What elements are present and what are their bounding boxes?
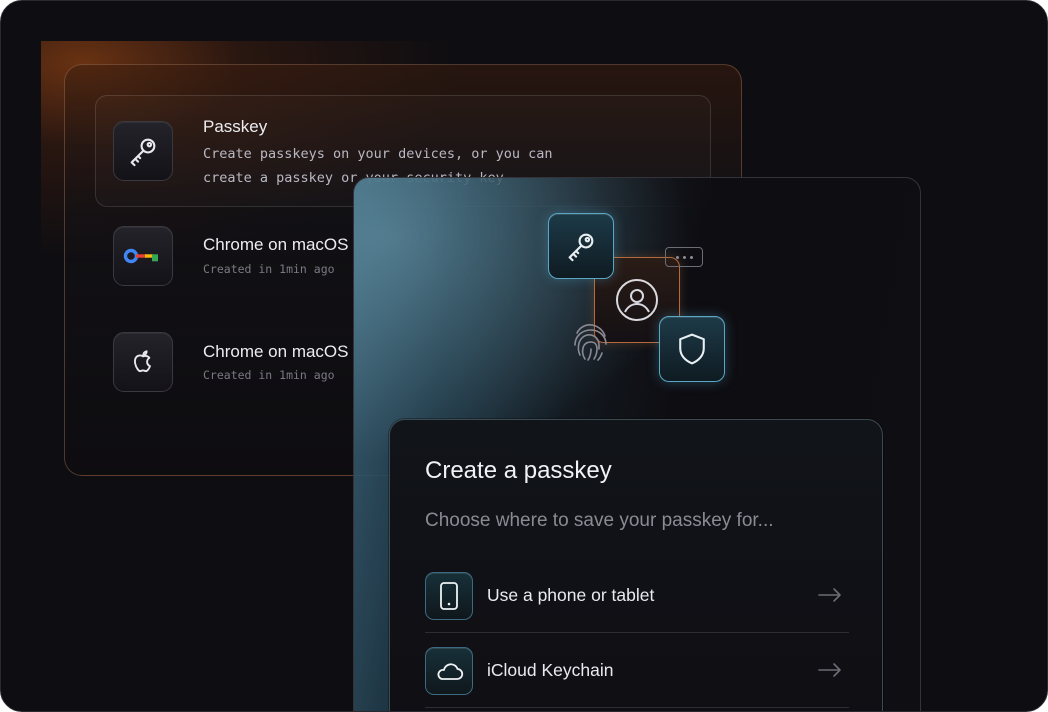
apple-logo-icon [134, 350, 151, 373]
apple-icon-box [113, 332, 173, 392]
dialog-subtitle: Choose where to save your passkey for... [425, 510, 774, 531]
option-phone-label: Use a phone or tablet [487, 585, 655, 605]
shield-icon [679, 333, 705, 365]
app-frame: Passkey Create passkeys on your devices,… [0, 0, 1048, 712]
google-icon-box [113, 226, 173, 286]
cloud-icon [437, 663, 464, 680]
chrome-macos-title-1: Chrome on macOS [203, 235, 349, 254]
password-dots-icon [665, 247, 703, 267]
phone-icon-box [425, 572, 473, 620]
arrow-right-icon [818, 663, 841, 677]
fingerprint-icon [574, 324, 607, 361]
option-divider [425, 707, 849, 708]
option-icloud-label: iCloud Keychain [487, 660, 614, 680]
key-icon [130, 138, 156, 167]
passkey-title: Passkey [203, 117, 268, 136]
dialog-title: Create a passkey [425, 457, 612, 484]
arrow-right-icon [818, 588, 841, 602]
option-divider [425, 632, 849, 633]
chrome-macos-meta-1: Created in 1min ago [203, 262, 335, 276]
shield-tile [659, 316, 725, 382]
chrome-macos-meta-2: Created in 1min ago [203, 368, 335, 382]
chrome-macos-title-2: Chrome on macOS [203, 342, 349, 361]
phone-icon [440, 582, 458, 610]
passkey-key-icon-box [113, 121, 173, 181]
key-tile [548, 213, 614, 279]
cloud-icon-box [425, 647, 473, 695]
google-password-manager-icon [123, 248, 158, 264]
user-icon [616, 279, 658, 321]
key-icon [568, 233, 594, 262]
